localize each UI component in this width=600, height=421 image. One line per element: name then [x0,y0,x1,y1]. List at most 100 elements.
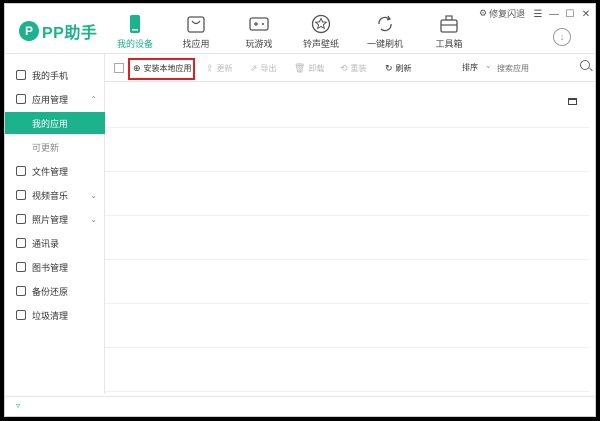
sidebar-item-label: 图书管理 [32,262,69,273]
sidebar-item-label: 垃圾清理 [32,310,69,321]
tab-label: 玩游戏 [245,39,273,49]
sidebar-item-label: 应用管理 [32,94,69,105]
refresh-icon [378,15,392,32]
tab-label: 找应用 [182,39,210,49]
sort-dropdown[interactable]: 排序 [462,62,478,73]
app-logo: P PP助手 [19,20,97,42]
sidebar-item-label: 通讯录 [32,238,60,249]
list-divider [105,259,589,260]
export-icon: ⇗ [250,62,258,73]
tab-play-games[interactable]: 玩游戏 [231,10,287,52]
list-divider [105,391,589,392]
apps-icon [16,94,26,104]
export-label: 导出 [260,63,277,73]
reinstall-button[interactable]: ⟲ 重装 [340,60,367,76]
fix-crash-label: 修复闪退 [489,9,526,19]
star-icon [311,14,331,34]
photo-icon [16,214,26,224]
folder-icon[interactable] [568,98,577,105]
chevron-down-icon: ⌄ [90,214,97,224]
status-bar: ▿ [5,396,595,416]
download-icon[interactable]: ↓ [553,28,571,46]
top-nav-bar: P PP助手 我的设备 找应用 玩游戏 铃声壁纸 一键刷机 工具箱 ⚙ 修复闪退… [5,4,595,54]
uninstall-label: 卸载 [308,63,325,73]
reinstall-icon: ⟲ [340,62,348,73]
update-button[interactable]: ⇪ 更新 [206,60,233,76]
sidebar-item-label: 我的手机 [32,70,69,81]
sidebar-item-label: 备份还原 [32,286,69,297]
backup-icon [16,286,26,296]
list-divider [105,127,589,128]
wrench-icon: ⚙ [479,8,488,18]
chevron-up-icon: ⌃ [90,94,97,104]
trash-small-icon: 🗑 [294,62,306,73]
tab-find-apps[interactable]: 找应用 [168,10,224,52]
sidebar-item-updatable[interactable]: 可更新 [5,136,105,158]
sidebar-item-app-management[interactable]: 应用管理 ⌃ [5,88,105,110]
app-list [105,83,595,394]
sidebar-item-backup-restore[interactable]: 备份还原 [5,280,105,302]
sidebar-item-file-management[interactable]: 文件管理 [5,160,105,182]
contacts-icon [16,238,26,248]
trash-icon [16,310,26,320]
refresh-button[interactable]: ↻ 刷新 [385,60,412,76]
export-button[interactable]: ⇗ 导出 [250,60,277,76]
maximize-button[interactable]: ☐ [563,7,577,21]
sidebar-item-contacts[interactable]: 通讯录 [5,232,105,254]
chevron-down-icon: ⌄ [90,190,97,200]
sidebar-item-my-phone[interactable]: 我的手机 [5,64,105,86]
list-divider [105,171,589,172]
tab-label: 铃声壁纸 [302,39,339,49]
select-all-checkbox[interactable] [114,63,124,73]
logo-mark-icon: P [19,21,39,41]
sidebar-item-junk-cleanup[interactable]: 垃圾清理 [5,304,105,326]
menu-button[interactable]: ☰ [531,7,545,21]
phone-outline-icon [16,70,26,80]
sidebar-item-video-music[interactable]: 视频音乐 ⌄ [5,184,105,206]
toolbox-icon [440,15,458,33]
sidebar-item-my-apps[interactable]: 我的应用 [5,112,105,134]
close-button[interactable]: ✕ [579,7,593,21]
plus-circle-icon: ⊕ [133,62,141,73]
sidebar-item-label: 照片管理 [32,214,69,225]
bag-icon [187,16,205,33]
search-input[interactable] [497,61,587,75]
sidebar-item-book-management[interactable]: 图书管理 [5,256,105,278]
sidebar-item-label: 我的应用 [32,118,69,129]
tab-label: 我的设备 [116,39,153,49]
sidebar-item-label: 文件管理 [32,166,69,177]
list-divider [105,347,589,348]
reinstall-label: 重装 [350,63,367,73]
sidebar-item-label: 可更新 [32,142,60,153]
sidebar: 我的手机 应用管理 ⌃ 我的应用 可更新 文件管理 视频音乐 ⌄ 照片管理 ⌄ [5,54,105,394]
tab-label: 工具箱 [435,39,463,49]
gamepad-icon [249,17,269,31]
update-label: 更新 [216,63,233,73]
list-divider [105,303,589,304]
tab-one-click-flash[interactable]: 一键刷机 [357,10,413,52]
sidebar-item-photo-management[interactable]: 照片管理 ⌄ [5,208,105,230]
search-icon[interactable] [580,60,590,70]
minimize-button[interactable]: — [547,7,561,21]
book-icon [16,262,26,272]
install-label: 安装本地应用 [143,63,192,73]
tab-toolbox[interactable]: 工具箱 [421,10,477,52]
chevron-down-icon[interactable]: ⌄ [485,61,492,70]
expand-arrow-icon[interactable]: ▿ [16,401,20,410]
uninstall-button[interactable]: 🗑 卸载 [294,60,324,76]
refresh-small-icon: ↻ [385,62,393,73]
app-toolbar: ⊕ 安装本地应用 ⇪ 更新 ⇗ 导出 🗑 卸载 ⟲ 重装 ↻ 刷新 排序 ⌄ [105,54,595,82]
video-icon [16,190,26,200]
tab-my-device[interactable]: 我的设备 [107,10,163,52]
app-window: P PP助手 我的设备 找应用 玩游戏 铃声壁纸 一键刷机 工具箱 ⚙ 修复闪退… [4,3,596,417]
upload-icon: ⇪ [206,62,214,73]
file-icon [16,166,26,176]
app-name: PP助手 [42,25,98,42]
refresh-label: 刷新 [395,63,412,73]
list-divider [105,215,589,216]
fix-crash-link[interactable]: ⚙ 修复闪退 [479,7,525,20]
tab-label: 一键刷机 [366,39,403,49]
install-local-app-button[interactable]: ⊕ 安装本地应用 [133,60,192,76]
phone-icon [130,15,140,33]
tab-ringtones-wallpapers[interactable]: 铃声壁纸 [293,10,349,52]
